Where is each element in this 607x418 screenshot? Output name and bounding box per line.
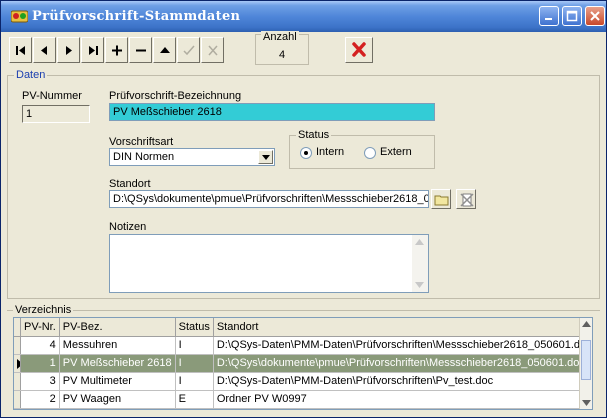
delete-button[interactable] (345, 37, 373, 63)
next-icon (66, 46, 72, 55)
vorschriftsart-select[interactable]: DIN Normen (109, 148, 275, 166)
scroll-down-icon[interactable] (582, 400, 591, 406)
cell-pv-nr[interactable]: 3 (20, 372, 60, 391)
grid-scrollbar[interactable] (579, 318, 592, 409)
cell-standort[interactable]: Ordner PV W0997 (213, 390, 592, 409)
vorschriftsart-value: DIN Normen (113, 151, 175, 163)
title-bar[interactable]: Prüfvorschrift-Stammdaten (1, 1, 606, 32)
anzahl-box: Anzahl 4 (255, 31, 309, 65)
cell-standort[interactable]: D:\QSys-Daten\PMM-Daten\Prüfvorschriften… (213, 336, 592, 355)
table-row[interactable]: 3 PV Multimeter I D:\QSys-Daten\PMM-Date… (14, 372, 592, 391)
dropdown-arrow-icon[interactable] (258, 150, 273, 164)
verzeichnis-label: Verzeichnis (13, 304, 74, 316)
vorschriftsart-label: Vorschriftsart (109, 136, 174, 148)
pv-nummer-label: PV-Nummer (22, 90, 82, 102)
window-title: Prüfvorschrift-Stammdaten (32, 9, 241, 24)
anzahl-value: 4 (278, 49, 286, 61)
last-record-button[interactable] (81, 37, 104, 63)
status-group: Status Intern Extern (289, 129, 435, 169)
cell-standort[interactable]: D:\QSys-Daten\PMM-Daten\Prüfvorschriften… (213, 372, 592, 391)
col-header-pv-nr[interactable]: PV-Nr. (20, 318, 60, 337)
close-button[interactable] (585, 6, 605, 26)
scroll-up-icon[interactable] (582, 321, 591, 327)
edit-record-button[interactable] (153, 37, 176, 63)
navigator-toolbar: Anzahl 4 (9, 31, 599, 69)
last-icon (89, 46, 98, 55)
cell-status[interactable]: I (175, 336, 214, 355)
minimize-button[interactable] (539, 6, 559, 26)
first-record-button[interactable] (9, 37, 32, 63)
scroll-thumb[interactable] (581, 340, 591, 380)
open-folder-button[interactable] (431, 189, 451, 209)
cell-pv-bez[interactable]: PV Multimeter (59, 372, 176, 391)
first-icon (16, 46, 25, 55)
cell-status[interactable]: I (175, 372, 214, 391)
table-row-selected[interactable]: 1 PV Meßschieber 2618 I D:\QSys\dokument… (14, 354, 592, 373)
notizen-label: Notizen (109, 221, 147, 233)
standort-input[interactable]: D:\QSys\dokumente\pmue\Prüfvorschriften\… (109, 190, 429, 208)
cell-pv-nr[interactable]: 2 (20, 390, 60, 409)
next-record-button[interactable] (57, 37, 80, 63)
grid-header-row: PV-Nr. PV-Bez. Status Standort (14, 318, 592, 337)
pv-nummer-field: 1 (22, 105, 90, 123)
col-header-pv-bez[interactable]: PV-Bez. (59, 318, 176, 337)
status-label: Status (296, 129, 332, 141)
current-row-indicator-icon (14, 354, 21, 373)
daten-group-label: Daten (14, 69, 48, 81)
standort-label: Standort (109, 178, 151, 190)
up-triangle-icon (160, 47, 170, 53)
app-window: Prüfvorschrift-Stammdaten Anzahl 4 Daten… (0, 0, 607, 418)
delete-record-button[interactable] (129, 37, 152, 63)
cell-standort[interactable]: D:\QSys\dokumente\pmue\Prüfvorschriften\… (213, 354, 592, 373)
table-row[interactable]: 4 Messuhren I D:\QSys-Daten\PMM-Daten\Pr… (14, 336, 592, 355)
status-extern-radio[interactable] (364, 147, 376, 159)
insert-record-button[interactable] (105, 37, 128, 63)
maximize-button[interactable] (562, 6, 582, 26)
verzeichnis-grid[interactable]: PV-Nr. PV-Bez. Status Standort 4 Messuhr… (13, 317, 593, 410)
minus-icon (136, 49, 146, 52)
table-row[interactable]: 2 PV Waagen E Ordner PV W0997 (14, 390, 592, 409)
post-record-button[interactable] (177, 37, 200, 63)
cancel-icon (208, 45, 218, 56)
notizen-textarea[interactable] (109, 234, 429, 293)
folder-icon (434, 195, 449, 206)
bezeichnung-label: Prüfvorschrift-Bezeichnung (109, 90, 242, 102)
cell-pv-nr[interactable]: 1 (20, 354, 60, 373)
prior-record-button[interactable] (33, 37, 56, 63)
col-header-status[interactable]: Status (175, 318, 214, 337)
plus-icon (112, 45, 122, 56)
cell-status[interactable]: I (175, 354, 214, 373)
notizen-scrollbar[interactable] (412, 235, 428, 292)
cell-status[interactable]: E (175, 390, 214, 409)
status-intern-radio[interactable] (300, 147, 312, 159)
delete-file-icon (460, 193, 474, 207)
cell-pv-nr[interactable]: 4 (20, 336, 60, 355)
bezeichnung-input[interactable]: PV Meßschieber 2618 (109, 103, 435, 121)
app-icon (10, 9, 29, 23)
cancel-edit-button[interactable] (201, 37, 224, 63)
red-x-icon (352, 42, 366, 57)
check-icon (183, 45, 195, 56)
cell-pv-bez[interactable]: PV Waagen (59, 390, 176, 409)
daten-group: Daten PV-Nummer 1 Prüfvorschrift-Bezeich… (7, 69, 600, 299)
status-extern-label[interactable]: Extern (380, 146, 412, 158)
col-header-standort[interactable]: Standort (213, 318, 592, 337)
status-intern-label[interactable]: Intern (316, 146, 344, 158)
prior-icon (41, 46, 47, 55)
cell-pv-bez[interactable]: Messuhren (59, 336, 176, 355)
anzahl-label: Anzahl (261, 31, 299, 43)
delete-file-button[interactable] (456, 189, 476, 209)
cell-pv-bez[interactable]: PV Meßschieber 2618 (59, 354, 176, 373)
